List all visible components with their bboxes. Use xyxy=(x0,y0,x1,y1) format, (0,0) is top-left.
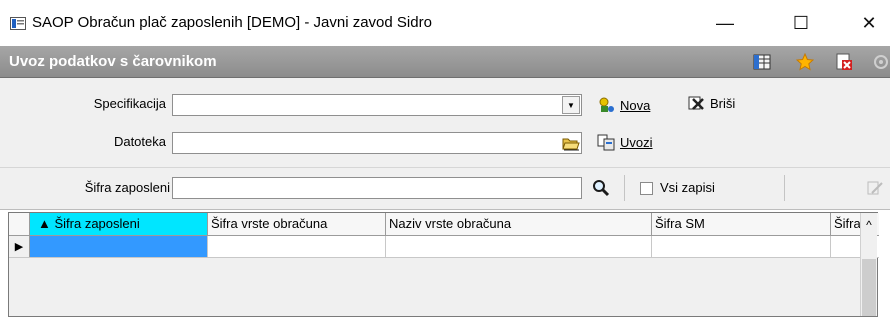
vsi-zapisi-checkbox[interactable] xyxy=(640,182,653,195)
panel-title: Uvoz podatkov s čarovnikom xyxy=(9,53,217,70)
favorite-star-icon[interactable] xyxy=(796,53,814,71)
nova-label: Nova xyxy=(620,97,651,113)
separator xyxy=(624,175,625,201)
separator xyxy=(784,175,785,201)
datoteka-label: Datoteka xyxy=(113,134,166,149)
vertical-scrollbar[interactable]: ^ xyxy=(860,213,877,316)
cell-naziv-vrste-obracuna[interactable] xyxy=(386,236,652,257)
uvozi-button[interactable]: Uvozi xyxy=(597,133,653,151)
cell-sifra-sm[interactable] xyxy=(652,236,831,257)
specifikacija-select[interactable]: ▼ xyxy=(172,94,582,116)
maximize-button[interactable]: ☐ xyxy=(778,8,824,38)
form-area: Specifikacija ▼ Nova Briši Datoteka Uvoz… xyxy=(0,78,890,168)
import-icon xyxy=(597,134,615,151)
search-icon[interactable] xyxy=(592,179,610,197)
title-bar: SAOP Obračun plač zaposlenih [DEMO] - Ja… xyxy=(0,0,890,46)
table-row[interactable]: ▶ xyxy=(9,236,879,258)
filter-edit-icon[interactable] xyxy=(866,179,884,197)
column-header-sifra-zaposleni[interactable]: ▲ Šifra zaposleni xyxy=(30,213,208,235)
cell-sifra-zaposleni[interactable] xyxy=(30,236,208,257)
sifra-zaposleni-label: Šifra zaposleni xyxy=(84,180,170,195)
vsi-zapisi-label[interactable]: Vsi zapisi xyxy=(660,180,715,195)
close-document-icon[interactable] xyxy=(835,53,853,71)
datoteka-field[interactable] xyxy=(172,132,582,154)
filter-area: Šifra zaposleni Vsi zapisi xyxy=(0,168,890,210)
sifra-zaposleni-input[interactable] xyxy=(172,177,582,199)
app-icon xyxy=(10,17,26,30)
grid-corner xyxy=(9,213,30,235)
settings-icon[interactable] xyxy=(871,53,889,71)
row-indicator-icon: ▶ xyxy=(9,236,30,257)
grid-header: ▲ Šifra zaposleni Šifra vrste obračuna N… xyxy=(9,213,879,236)
column-header-sifra-sm[interactable]: Šifra SM xyxy=(652,213,831,235)
nova-button[interactable]: Nova xyxy=(597,96,650,114)
cell-sifra-vrste-obracuna[interactable] xyxy=(208,236,386,257)
grid-view-icon[interactable] xyxy=(753,53,771,71)
scroll-thumb[interactable] xyxy=(862,259,876,316)
wizard-new-icon xyxy=(599,97,614,112)
minimize-button[interactable]: — xyxy=(702,8,748,38)
close-button[interactable]: ✕ xyxy=(846,8,890,38)
open-folder-icon[interactable] xyxy=(562,134,580,152)
column-header-sifra-vrste-obracuna[interactable]: Šifra vrste obračuna xyxy=(208,213,386,235)
delete-icon xyxy=(688,96,704,110)
panel-header: Uvoz podatkov s čarovnikom xyxy=(0,46,890,78)
brisi-label: Briši xyxy=(710,95,736,111)
specifikacija-dropdown-button[interactable]: ▼ xyxy=(562,96,580,114)
data-grid[interactable]: ▲ Šifra zaposleni Šifra vrste obračuna N… xyxy=(8,212,879,317)
column-header-sifra-s[interactable]: Šifra S xyxy=(831,213,862,235)
window-title: SAOP Obračun plač zaposlenih [DEMO] - Ja… xyxy=(32,14,432,31)
scroll-up-button[interactable]: ^ xyxy=(861,213,877,235)
uvozi-label: Uvozi xyxy=(620,134,653,150)
specifikacija-label: Specifikacija xyxy=(93,96,166,111)
column-header-naziv-vrste-obracuna[interactable]: Naziv vrste obračuna xyxy=(386,213,652,235)
cell-sifra-s[interactable] xyxy=(831,236,862,257)
brisi-button[interactable]: Briši xyxy=(687,94,735,112)
